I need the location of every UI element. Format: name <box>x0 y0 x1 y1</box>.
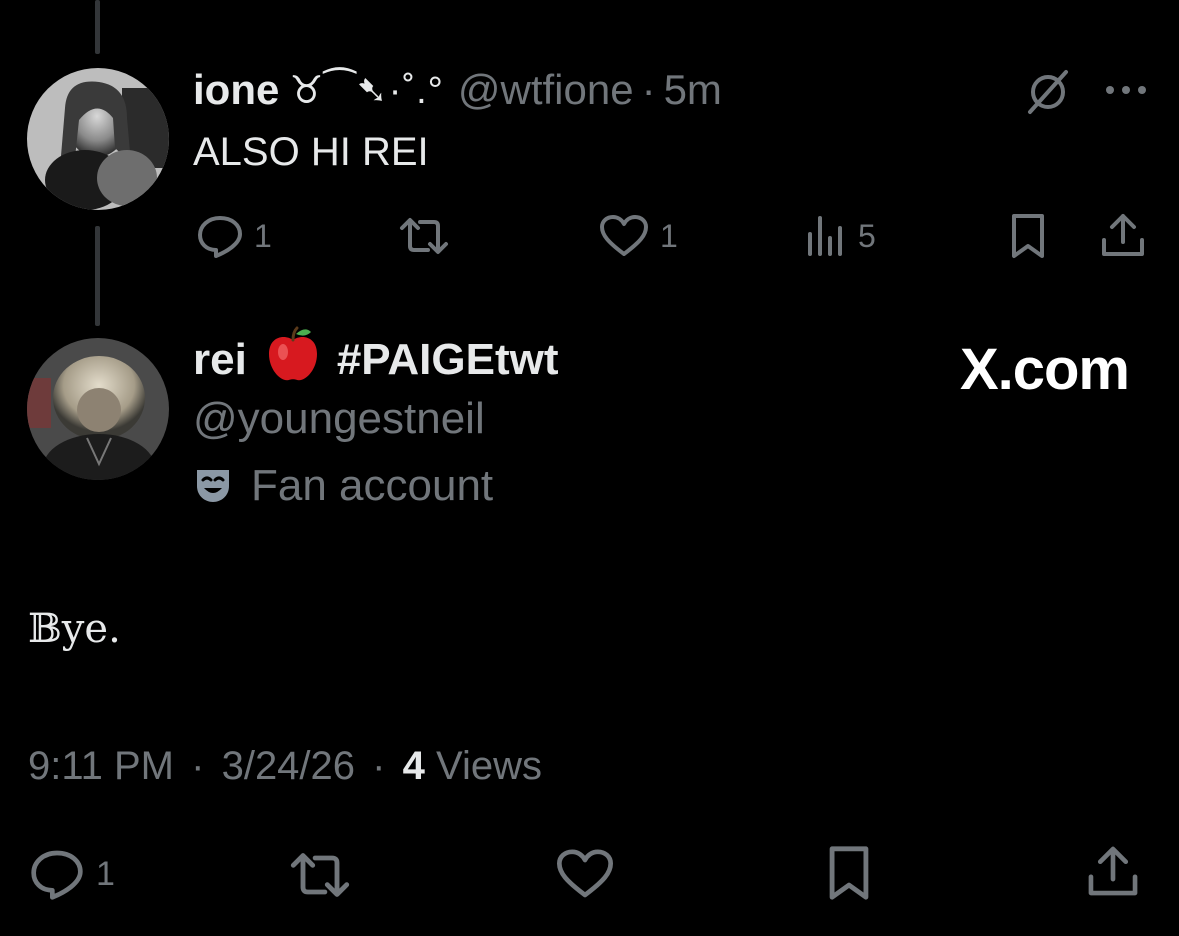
tweet-date[interactable]: 3/24/26 <box>222 744 355 788</box>
bookmark-icon <box>829 846 869 900</box>
main-bookmark-button[interactable] <box>824 844 874 902</box>
x-com-watermark: X.com <box>959 337 1130 402</box>
main-header: rei #PAIGEtwt <box>193 326 559 388</box>
bookmark-icon <box>1012 214 1044 258</box>
heart-icon <box>556 849 613 898</box>
reply-separator: · <box>641 66 656 113</box>
reply-icon <box>198 216 242 258</box>
meta-separator-1: · <box>191 744 205 788</box>
reply-name-decoration: ♉⁀➷·˚.° <box>289 69 444 112</box>
grok-icon[interactable] <box>1024 68 1072 121</box>
reply-likes-count: 1 <box>660 217 678 254</box>
reply-bookmark-button[interactable] <box>1008 212 1048 260</box>
fan-account-label: Fan account <box>193 458 493 514</box>
main-tweet-text: 𝔹ye. <box>28 606 121 652</box>
thread-line-bottom <box>95 226 100 326</box>
share-icon <box>1088 846 1138 896</box>
main-retweet-button[interactable] <box>286 848 354 902</box>
reply-icon <box>31 850 83 900</box>
reply-reply-button[interactable]: 1 <box>196 212 272 260</box>
heart-icon <box>600 215 648 256</box>
avatar-ione[interactable] <box>27 68 169 210</box>
tweet-screen: ione ♉⁀➷·˚.° @wtfione · 5m ALSO HI REI 1 <box>0 0 1179 936</box>
main-display-name[interactable]: rei <box>193 335 247 385</box>
more-options-icon[interactable] <box>1102 80 1150 105</box>
reply-views-button[interactable]: 5 <box>806 214 876 258</box>
views-label[interactable]: Views <box>436 744 542 788</box>
tweet-meta: 9:11 PM · 3/24/26 · 4 Views <box>28 744 542 789</box>
meta-separator-2: · <box>372 744 386 788</box>
views-number: 4 <box>402 744 425 788</box>
avatar-rei[interactable] <box>27 338 169 480</box>
analytics-icon <box>808 216 842 256</box>
main-reply-button[interactable]: 1 <box>28 846 115 902</box>
reply-like-button[interactable]: 1 <box>598 212 678 260</box>
share-icon <box>1102 214 1144 256</box>
reply-views-count: 5 <box>858 217 876 254</box>
reply-time-ago[interactable]: 5m <box>664 66 722 114</box>
main-hashtag[interactable]: #PAIGEtwt <box>337 335 559 385</box>
thread-line-top <box>95 0 100 54</box>
main-like-button[interactable] <box>554 846 616 902</box>
reply-text: ALSO HI REI <box>193 130 429 174</box>
reply-handle[interactable]: @wtfione <box>458 66 634 114</box>
reply-retweet-button[interactable] <box>396 214 452 258</box>
retweet-icon <box>290 853 350 897</box>
retweet-icon <box>400 218 448 254</box>
reply-header: ione ♉⁀➷·˚.° @wtfione · 5m <box>193 62 722 118</box>
main-handle[interactable]: @youngestneil <box>193 394 485 444</box>
tweet-time[interactable]: 9:11 PM <box>28 744 174 788</box>
reply-replies-count: 1 <box>254 217 272 254</box>
reply-share-button[interactable] <box>1100 210 1146 260</box>
main-share-button[interactable] <box>1086 842 1140 900</box>
reply-display-name[interactable]: ione <box>193 66 279 114</box>
apple-icon <box>265 326 321 395</box>
theater-mask-icon <box>197 470 229 502</box>
account-label-text: Fan account <box>251 461 494 510</box>
main-replies-count: 1 <box>96 854 115 893</box>
